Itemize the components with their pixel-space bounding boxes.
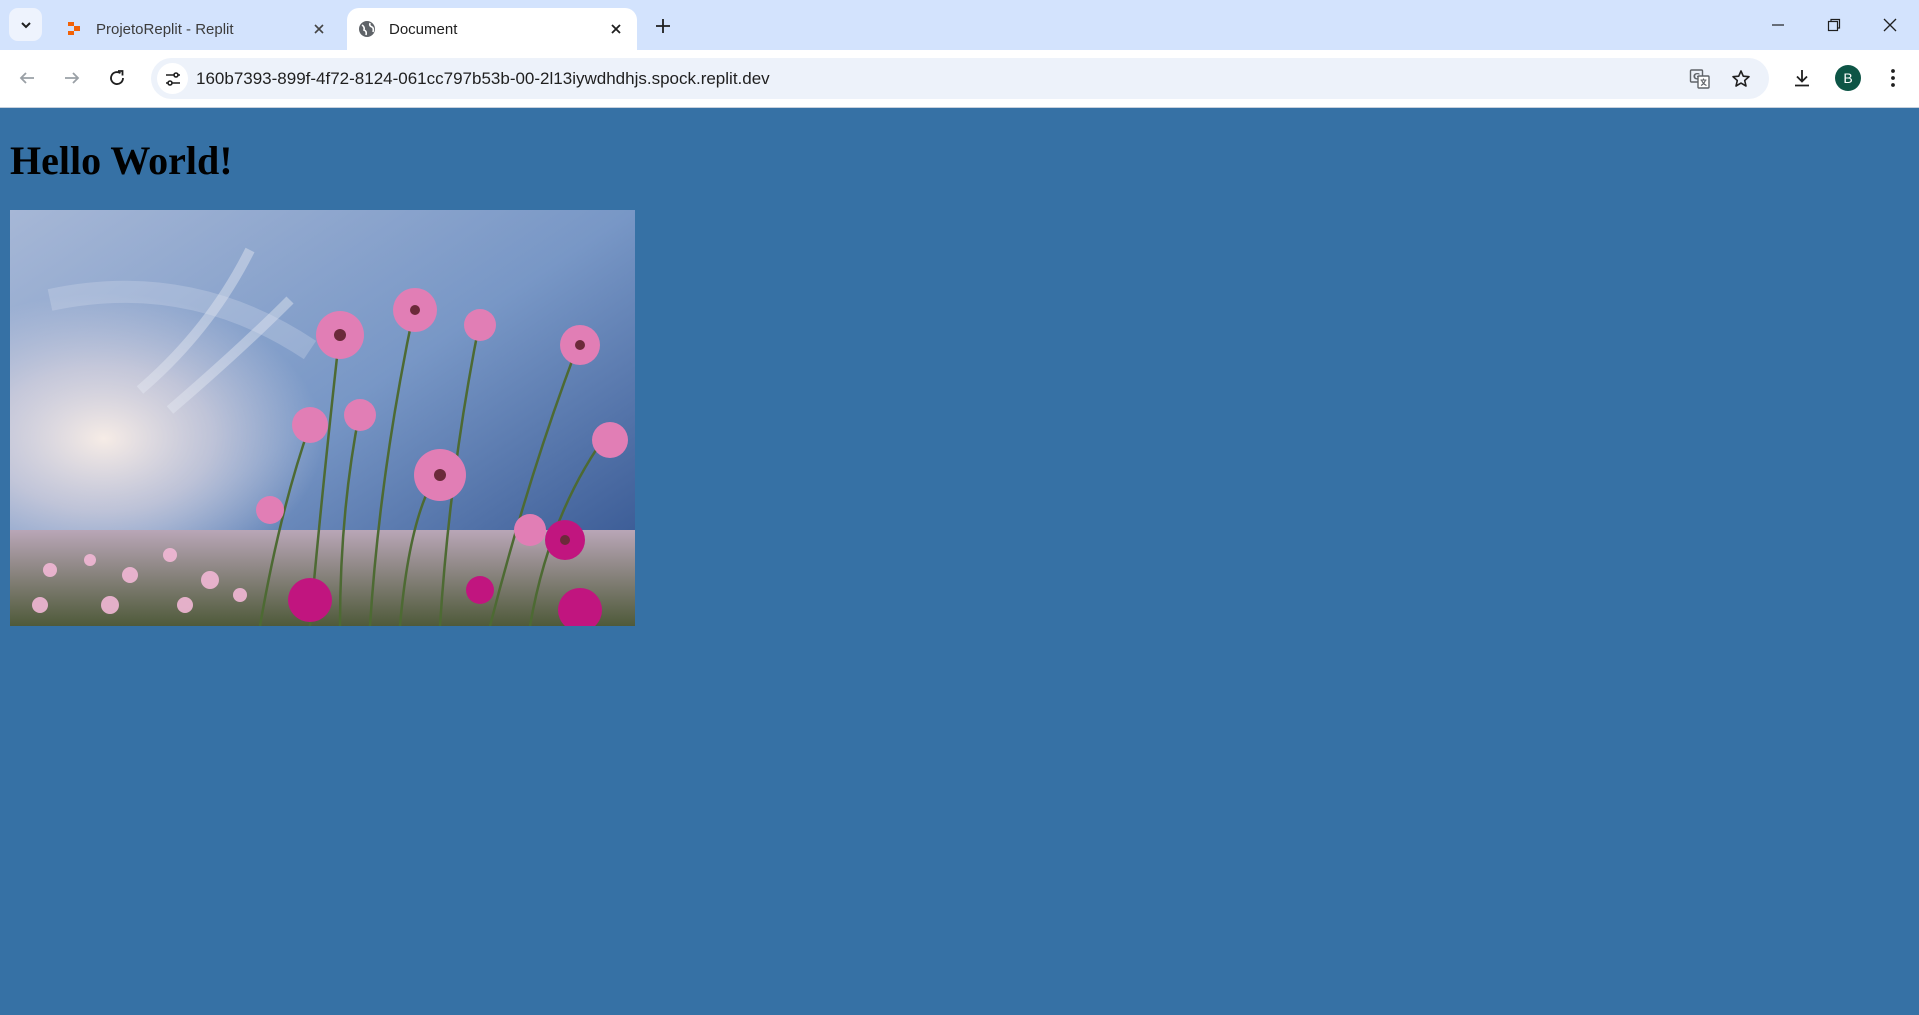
site-info-button[interactable] <box>157 63 188 94</box>
tab-title: ProjetoReplit - Replit <box>96 20 234 38</box>
replit-logo-icon <box>64 19 84 39</box>
minimize-icon <box>1772 24 1784 26</box>
url-text: 160b7393-899f-4f72-8124-061cc797b53b-00-… <box>196 69 770 88</box>
menu-button[interactable] <box>1876 61 1910 95</box>
tune-icon <box>165 71 180 86</box>
browser-toolbar: 160b7393-899f-4f72-8124-061cc797b53b-00-… <box>0 50 1919 108</box>
minimize-button[interactable] <box>1750 0 1806 50</box>
close-icon <box>1883 18 1897 32</box>
back-button[interactable] <box>10 61 44 95</box>
flower-photo <box>10 210 635 626</box>
tab-search-button[interactable] <box>9 8 42 41</box>
reload-button[interactable] <box>100 61 134 95</box>
page-heading: Hello World! <box>10 138 233 183</box>
translate-icon: G <box>1689 68 1710 89</box>
restore-button[interactable] <box>1806 0 1862 50</box>
tab-strip: ProjetoReplit - Replit Document <box>0 0 1919 50</box>
chevron-down-icon <box>20 21 31 28</box>
globe-icon <box>357 19 377 39</box>
restore-icon <box>1827 18 1841 32</box>
close-window-button[interactable] <box>1862 0 1918 50</box>
plus-icon <box>656 19 670 33</box>
arrow-right-icon <box>65 72 80 84</box>
close-tab-icon[interactable] <box>603 16 629 42</box>
tab-document[interactable]: Document <box>347 8 637 50</box>
close-tab-icon[interactable] <box>306 16 332 42</box>
tab-title: Document <box>389 20 458 38</box>
bookmark-button[interactable] <box>1725 63 1756 94</box>
avatar: B <box>1835 65 1861 91</box>
page-content: Hello World! <box>0 109 1919 1015</box>
tab-projetoreplit[interactable]: ProjetoReplit - Replit <box>50 8 340 50</box>
profile-button[interactable]: B <box>1831 61 1865 95</box>
forward-button[interactable] <box>55 61 89 95</box>
more-vertical-icon <box>1891 69 1895 87</box>
translate-button[interactable]: G <box>1684 63 1715 94</box>
download-icon <box>1795 70 1809 87</box>
new-tab-button[interactable] <box>648 11 678 41</box>
reload-icon <box>110 70 124 85</box>
downloads-button[interactable] <box>1785 61 1819 95</box>
arrow-left-icon <box>19 72 34 84</box>
star-icon <box>1731 69 1750 87</box>
address-bar[interactable]: 160b7393-899f-4f72-8124-061cc797b53b-00-… <box>151 58 1769 99</box>
